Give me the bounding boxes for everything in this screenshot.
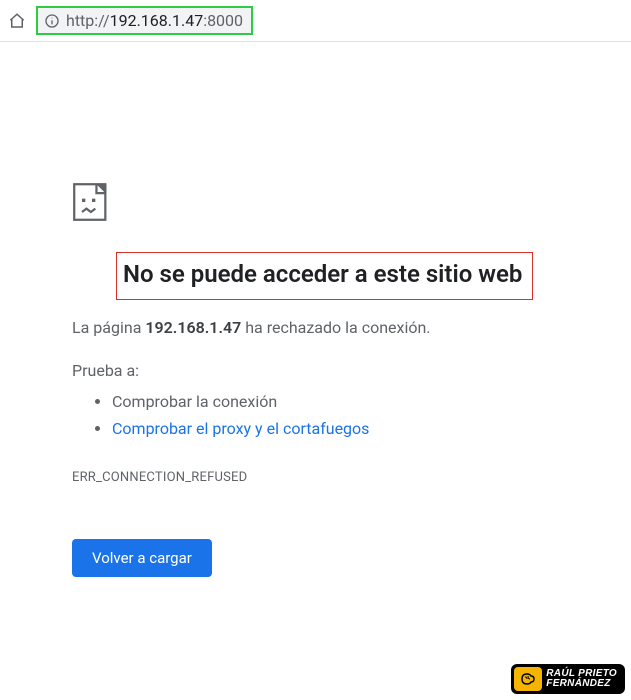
reload-button[interactable]: Volver a cargar bbox=[72, 539, 212, 577]
suggestions-list: Comprobar la conexión Comprobar el proxy… bbox=[72, 388, 559, 442]
try-label: Prueba a: bbox=[72, 361, 559, 380]
error-title-highlight: No se puede acceder a este sitio web bbox=[116, 252, 533, 300]
url-port: :8000 bbox=[203, 11, 243, 30]
sad-page-icon bbox=[72, 182, 112, 222]
error-code: ERR_CONNECTION_REFUSED bbox=[72, 470, 559, 485]
home-icon[interactable] bbox=[8, 12, 26, 30]
url-text: http://192.168.1.47:8000 bbox=[66, 11, 243, 30]
browser-toolbar: http://192.168.1.47:8000 bbox=[0, 0, 631, 42]
watermark-text: RAÚL PRIETO FERNÁNDEZ bbox=[546, 669, 617, 689]
list-item: Comprobar el proxy y el cortafuegos bbox=[112, 415, 559, 442]
watermark-badge: RAÚL PRIETO FERNÁNDEZ bbox=[511, 664, 625, 694]
brain-icon bbox=[514, 667, 542, 691]
error-title: No se puede acceder a este sitio web bbox=[123, 259, 522, 289]
address-bar[interactable]: http://192.168.1.47:8000 bbox=[36, 6, 623, 35]
info-icon[interactable] bbox=[44, 13, 60, 29]
url-host: 192.168.1.47 bbox=[110, 11, 204, 30]
address-highlight: http://192.168.1.47:8000 bbox=[36, 6, 253, 35]
url-scheme: http:// bbox=[66, 11, 110, 30]
suggestion-text: Comprobar la conexión bbox=[112, 392, 277, 411]
suggestion-link[interactable]: Comprobar el proxy y el cortafuegos bbox=[112, 419, 369, 438]
list-item: Comprobar la conexión bbox=[112, 388, 559, 415]
error-page-content: No se puede acceder a este sitio web La … bbox=[0, 42, 631, 577]
error-description: La página 192.168.1.47 ha rechazado la c… bbox=[72, 318, 559, 337]
